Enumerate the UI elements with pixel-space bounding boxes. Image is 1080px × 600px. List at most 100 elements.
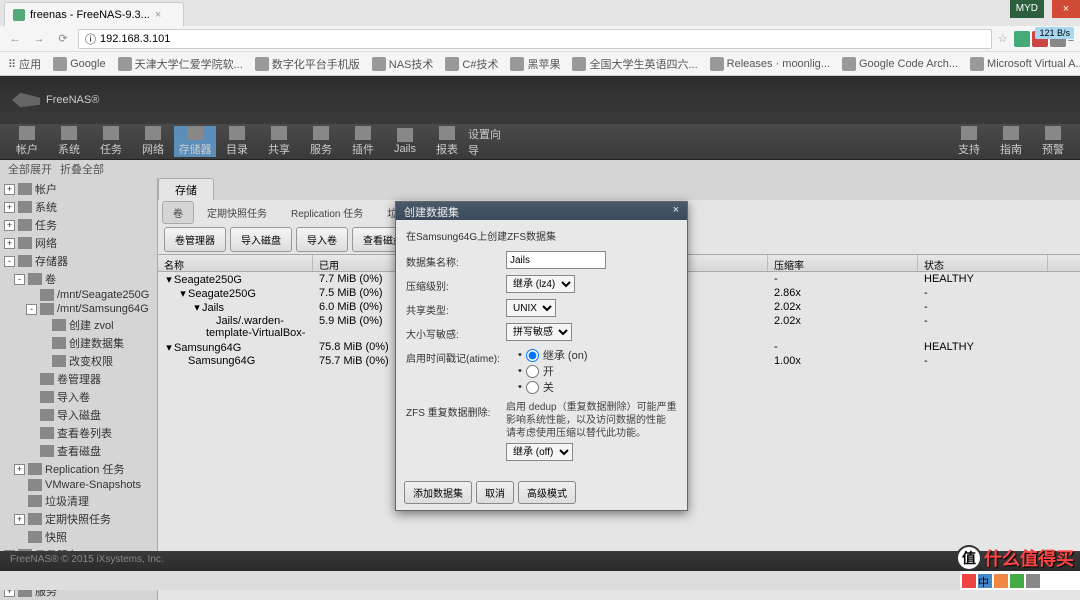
tray-icon[interactable] (1026, 574, 1040, 588)
toolbar-item[interactable]: Jails (384, 126, 426, 157)
tree-node[interactable]: 创建 zvol (2, 316, 155, 334)
tree-node[interactable]: 导入卷 (2, 388, 155, 406)
radio-input[interactable] (526, 349, 539, 362)
tree-node[interactable]: /mnt/Seagate250G (2, 288, 155, 302)
bookmark-item[interactable]: 天津大学仁爱学院软... (118, 56, 243, 72)
toolbar-item[interactable]: 共享 (258, 126, 300, 157)
bookmark-item[interactable]: Microsoft Virtual A... (970, 57, 1080, 71)
tree-toggle-icon[interactable]: + (4, 202, 15, 213)
case-select[interactable]: 拼写敏感 (506, 323, 572, 341)
atime-radio-option[interactable]: • 继承 (on) (518, 347, 677, 363)
collapse-all-link[interactable]: 折叠全部 (60, 161, 104, 177)
add-dataset-button[interactable]: 添加数据集 (404, 481, 472, 504)
tree-node[interactable]: 改变权限 (2, 352, 155, 370)
col-ratio[interactable]: 压缩率 (768, 255, 918, 271)
toolbar-item[interactable]: 插件 (342, 126, 384, 157)
bookmark-icon (445, 57, 459, 71)
tray-icon[interactable] (962, 574, 976, 588)
sub-tab[interactable]: Replication 任务 (280, 201, 374, 224)
tree-node[interactable]: -/mnt/Samsung64G (2, 302, 155, 316)
tree-node[interactable]: VMware-Snapshots (2, 478, 155, 492)
atime-radio-option[interactable]: • 关 (518, 379, 677, 395)
tree-node[interactable]: 创建数据集 (2, 334, 155, 352)
sub-tab[interactable]: 卷 (162, 201, 194, 224)
dialog-titlebar[interactable]: 创建数据集 × (396, 202, 687, 220)
toolbar-item[interactable]: 网络 (132, 126, 174, 157)
back-button[interactable]: ← (6, 33, 24, 45)
tree-node[interactable]: -存储器 (2, 252, 155, 270)
tree-node[interactable]: +系统 (2, 198, 155, 216)
tree-toggle-icon[interactable]: + (4, 238, 15, 249)
reload-button[interactable]: ⟳ (54, 32, 72, 45)
tab-close-icon[interactable]: × (155, 9, 161, 21)
col-status[interactable]: 状态 (918, 255, 1048, 271)
forward-button[interactable]: → (30, 33, 48, 45)
advanced-mode-button[interactable]: 高级模式 (518, 481, 576, 504)
col-name[interactable]: 名称 (158, 255, 313, 271)
radio-input[interactable] (526, 381, 539, 394)
bookmark-item[interactable]: 黑苹果 (510, 56, 560, 72)
toolbar-item[interactable]: 设置向导 (468, 126, 510, 157)
tree-node[interactable]: 查看卷列表 (2, 424, 155, 442)
tree-toggle-icon[interactable]: - (26, 304, 37, 315)
grid-action-button[interactable]: 导入磁盘 (230, 227, 292, 252)
apps-icon[interactable]: ⠿ 应用 (8, 56, 41, 72)
bookmark-item[interactable]: 数字化平台手机版 (255, 56, 360, 72)
toolbar-item[interactable]: 预警 (1032, 126, 1074, 157)
toolbar-item[interactable]: 指南 (990, 126, 1032, 157)
extension-icon[interactable] (1014, 31, 1030, 47)
compression-select[interactable]: 继承 (lz4) (506, 275, 575, 293)
toolbar-item[interactable]: 存储器 (174, 126, 216, 157)
toolbar-item[interactable]: 任务 (90, 126, 132, 157)
toolbar-item[interactable]: 报表 (426, 126, 468, 157)
grid-action-button[interactable]: 导入卷 (296, 227, 348, 252)
radio-input[interactable] (526, 365, 539, 378)
tree-toggle-icon[interactable]: - (14, 274, 25, 285)
bookmark-item[interactable]: C#技术 (445, 56, 498, 72)
bookmark-star-icon[interactable]: ☆ (998, 32, 1008, 45)
tree-node[interactable]: +定期快照任务 (2, 510, 155, 528)
tree-node[interactable]: +Replication 任务 (2, 460, 155, 478)
tree-toggle-icon[interactable]: - (4, 256, 15, 267)
tree-node[interactable]: 导入磁盘 (2, 406, 155, 424)
tree-toggle-icon[interactable]: + (4, 184, 15, 195)
tab-storage[interactable]: 存储 (158, 178, 214, 200)
toolbar-item[interactable]: 帐户 (6, 126, 48, 157)
sharetype-select[interactable]: UNIX (506, 299, 556, 317)
sub-tab[interactable]: 定期快照任务 (196, 201, 278, 224)
tree-node[interactable]: 垃圾清理 (2, 492, 155, 510)
tree-node[interactable]: +网络 (2, 234, 155, 252)
toolbar-item[interactable]: 系统 (48, 126, 90, 157)
grid-action-button[interactable]: 卷管理器 (164, 227, 226, 252)
dialog-close-icon[interactable]: × (673, 204, 679, 218)
tree-node[interactable]: 卷管理器 (2, 370, 155, 388)
expand-all-link[interactable]: 全部展开 (8, 161, 52, 177)
toolbar-item[interactable]: 服务 (300, 126, 342, 157)
tree-toggle-icon[interactable]: + (14, 464, 25, 475)
bookmark-item[interactable]: Google (53, 57, 105, 71)
browser-tab[interactable]: freenas - FreeNAS-9.3... × (4, 2, 184, 26)
create-dataset-dialog: 创建数据集 × 在Samsung64G上创建ZFS数据集 数据集名称: 压缩级别… (395, 201, 688, 511)
tree-toggle-icon[interactable]: + (14, 514, 25, 525)
bookmark-item[interactable]: Google Code Arch... (842, 57, 958, 71)
tree-node[interactable]: 快照 (2, 528, 155, 546)
cancel-button[interactable]: 取消 (476, 481, 514, 504)
tree-toggle-icon[interactable]: + (4, 220, 15, 231)
atime-radio-option[interactable]: • 开 (518, 363, 677, 379)
toolbar-item[interactable]: 支持 (948, 126, 990, 157)
tray-icon[interactable] (1010, 574, 1024, 588)
tray-icon[interactable] (994, 574, 1008, 588)
toolbar-item[interactable]: 目录 (216, 126, 258, 157)
dataset-name-input[interactable] (506, 251, 606, 269)
bookmark-item[interactable]: 全国大学生英语四六... (572, 56, 697, 72)
tree-node[interactable]: +帐户 (2, 180, 155, 198)
tree-node[interactable]: 查看磁盘 (2, 442, 155, 460)
bookmark-item[interactable]: NAS技术 (372, 56, 434, 72)
tree-node[interactable]: +任务 (2, 216, 155, 234)
url-input[interactable]: ⓘ 192.168.3.101 (78, 29, 992, 49)
bookmark-item[interactable]: Releases · moonlig... (710, 57, 830, 71)
tree-node[interactable]: -卷 (2, 270, 155, 288)
dedup-select[interactable]: 继承 (off) (506, 443, 573, 461)
tray-icon[interactable]: 中 (978, 574, 992, 588)
window-close-button[interactable]: × (1052, 0, 1080, 18)
